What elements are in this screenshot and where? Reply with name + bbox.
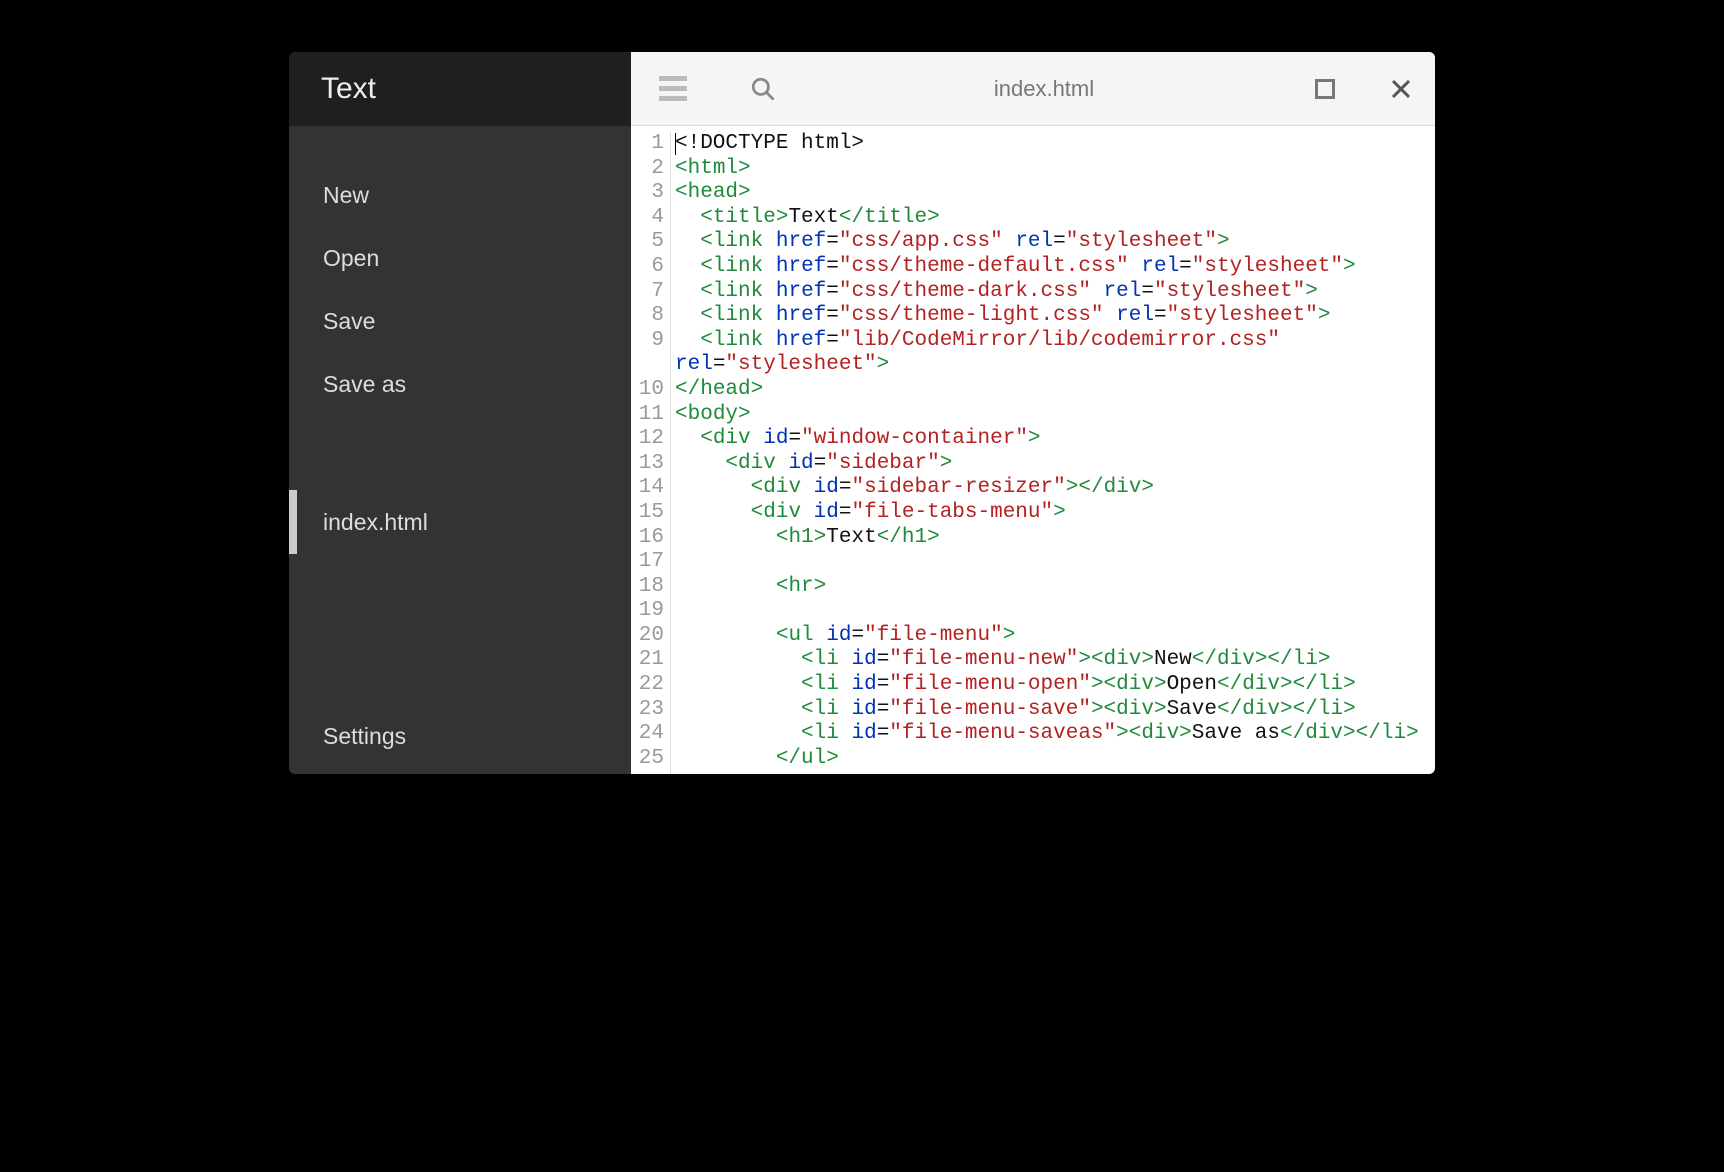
toolbar-filename: index.html — [835, 76, 1253, 102]
menu-item-saveas[interactable]: Save as — [289, 353, 631, 416]
menu-item-open[interactable]: Open — [289, 227, 631, 290]
hamburger-icon[interactable] — [659, 75, 687, 103]
menu-item-settings[interactable]: Settings — [323, 723, 597, 750]
file-menu: New Open Save Save as — [289, 126, 631, 440]
code-editor[interactable]: 123456789 101112131415161718192021222324… — [631, 126, 1435, 774]
app-title: Text — [321, 72, 376, 106]
editor-toolbar: index.html — [631, 52, 1435, 126]
file-tabs: index.html — [289, 440, 631, 705]
editor-pane: index.html 123456789 1011121314151617181… — [631, 52, 1435, 774]
toolbar-left — [659, 75, 777, 103]
maximize-icon[interactable] — [1311, 75, 1339, 103]
toolbar-right — [1311, 75, 1415, 103]
file-tab-indexhtml[interactable]: index.html — [289, 490, 631, 554]
line-number-gutter: 123456789 101112131415161718192021222324… — [631, 132, 671, 774]
close-icon[interactable] — [1387, 75, 1415, 103]
sidebar-footer: Settings — [289, 705, 631, 774]
code-content[interactable]: <!DOCTYPE html><html><head> <title>Text<… — [671, 132, 1435, 774]
app-window: Text New Open Save Save as index.html Se… — [289, 52, 1435, 774]
file-tab-label: index.html — [289, 509, 428, 536]
menu-item-save[interactable]: Save — [289, 290, 631, 353]
search-icon[interactable] — [749, 75, 777, 103]
sidebar-header: Text — [289, 52, 631, 126]
menu-item-new[interactable]: New — [289, 164, 631, 227]
sidebar: Text New Open Save Save as index.html Se… — [289, 52, 631, 774]
